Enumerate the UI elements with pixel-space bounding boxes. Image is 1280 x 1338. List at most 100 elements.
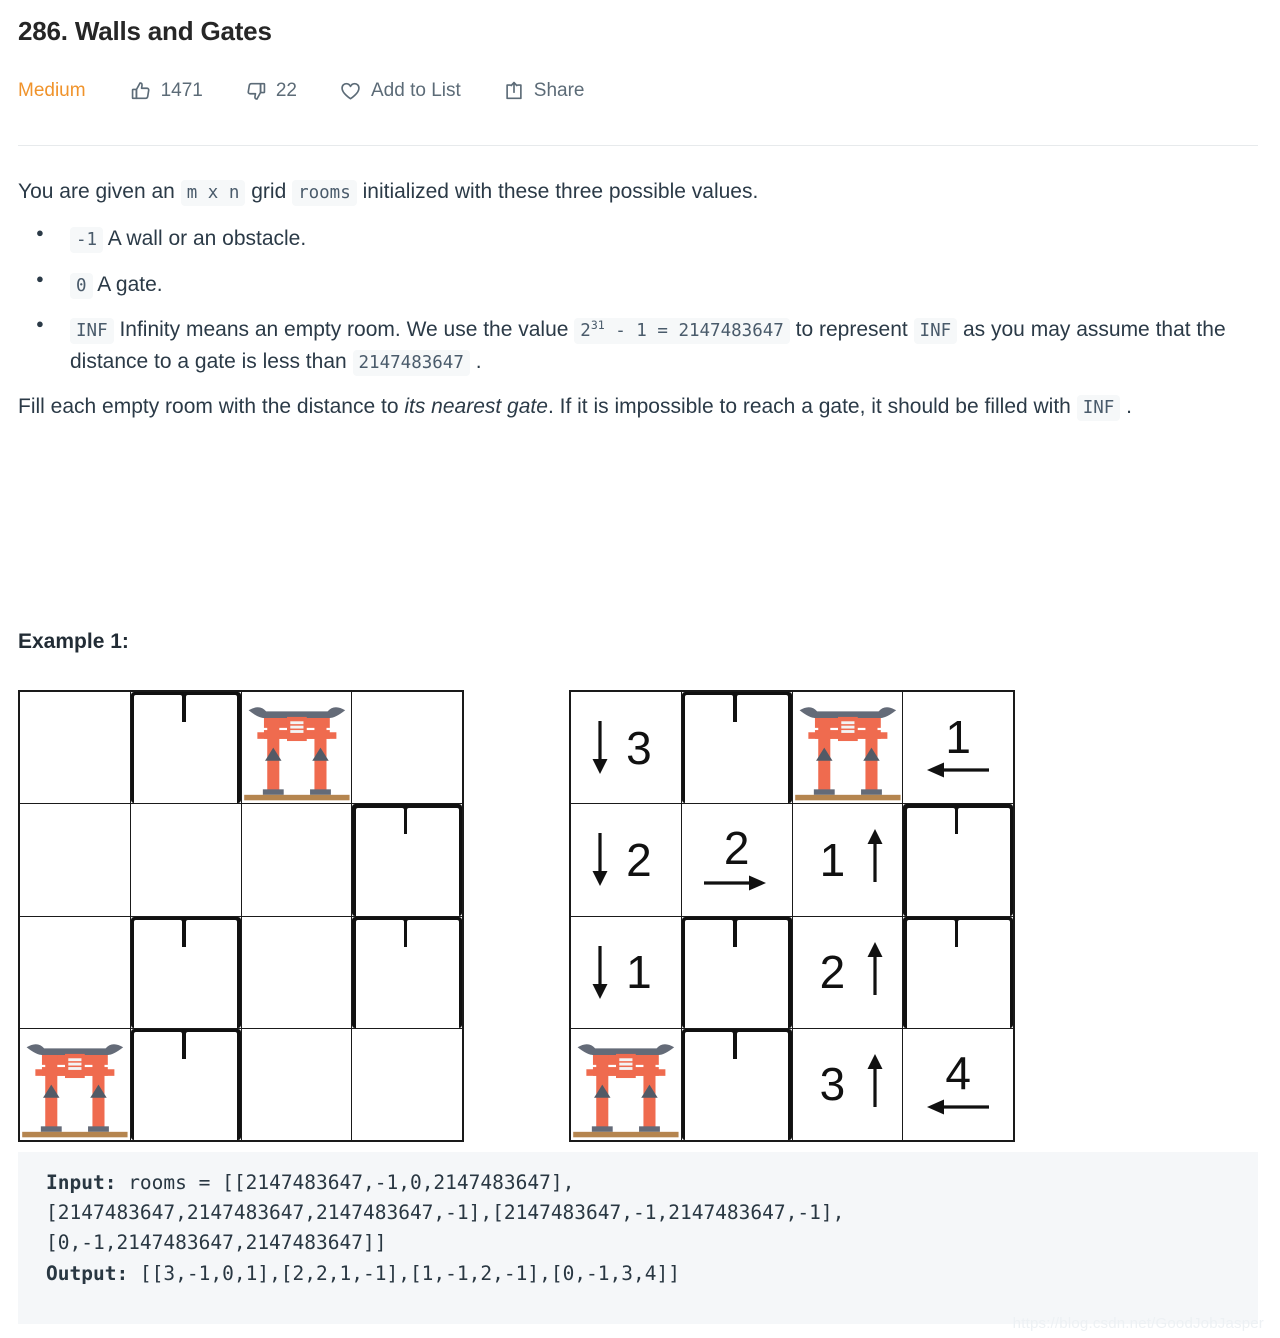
- code-chip-inf-3: INF: [1076, 395, 1121, 422]
- grid-cell-empty: [241, 1028, 352, 1140]
- wall-brick-icon: [352, 916, 462, 1028]
- dislike-count: 22: [275, 80, 297, 101]
- heart-icon: [339, 80, 362, 102]
- add-to-list-button[interactable]: Add to List: [339, 80, 461, 102]
- gate-torii-icon: [573, 1044, 679, 1138]
- distance-value: 1: [626, 946, 652, 999]
- output-label: Output:: [46, 1261, 129, 1285]
- para2-text-3: .: [1120, 395, 1132, 419]
- para2-italic: its nearest gate: [404, 395, 548, 419]
- distance-wrapper: 1: [903, 692, 1013, 803]
- grid-cell-distance: 1: [571, 916, 681, 1028]
- code-chip-inf-2: INF: [913, 318, 958, 345]
- wall-brick-icon: [903, 916, 1013, 1028]
- arrow-right-icon: [703, 875, 766, 890]
- code-chip-mxn: m x n: [180, 180, 246, 206]
- wall-brick-icon: [681, 692, 792, 804]
- grid-cell-empty: [352, 1028, 462, 1140]
- arrow-down-icon: [592, 721, 608, 774]
- distance-wrapper: 3: [793, 1029, 903, 1140]
- grid-cell-gate: [20, 1028, 130, 1140]
- example-heading: Example 1:: [18, 630, 129, 653]
- grid-cell-wall: [352, 916, 462, 1028]
- arrow-down-icon: [592, 833, 608, 887]
- wall-brick-icon: [681, 1028, 792, 1140]
- input-line-2: [2147483647,2147483647,2147483647,-1],[2…: [46, 1201, 845, 1225]
- share-label: Share: [533, 80, 585, 101]
- code-chip-zero: 0: [70, 272, 93, 299]
- input-grid: [18, 690, 464, 1142]
- fill-paragraph: Fill each empty room with the distance t…: [18, 391, 1262, 422]
- grid-cell-wall: [681, 916, 792, 1028]
- grid-cell-wall: [130, 916, 241, 1028]
- grid-cell-gate: [571, 1028, 681, 1140]
- code-chip-int-max: 2147483647: [352, 349, 470, 376]
- arrow-up-icon: [867, 829, 883, 883]
- distance-value: 2: [723, 821, 750, 874]
- list-item: INF Infinity means an empty room. We use…: [36, 314, 1262, 377]
- list-item: 0 A gate.: [36, 269, 1262, 301]
- intro-text-2: grid: [245, 180, 293, 203]
- wall-brick-icon: [903, 804, 1013, 916]
- list-item: -1 A wall or an obstacle.: [36, 223, 1262, 255]
- problem-description: You are given an m x n grid rooms initia…: [18, 176, 1262, 438]
- bullet-text: A wall or an obstacle.: [103, 227, 307, 251]
- grid-cell-gate: [241, 692, 352, 804]
- distance-value: 3: [626, 721, 652, 774]
- code-chip-int-max-expr: 231 - 1 = 2147483647: [574, 318, 790, 345]
- share-button[interactable]: Share: [503, 80, 585, 102]
- wall-brick-icon: [681, 916, 792, 1028]
- difficulty-badge: Medium: [18, 80, 86, 101]
- para2-text-1: Fill each empty room with the distance t…: [18, 395, 405, 419]
- arrow-left-icon: [927, 1099, 990, 1115]
- grid-cell-gate: [792, 692, 903, 804]
- problem-meta-row: Medium 1471 22 Add to List Share: [18, 80, 626, 102]
- bullet-text-1: Infinity means an empty room. We use the…: [113, 318, 575, 342]
- add-to-list-label: Add to List: [371, 80, 461, 101]
- grid-cell-empty: [20, 804, 130, 916]
- grid-cell-empty: [241, 804, 352, 916]
- problem-page: 286. Walls and Gates Medium 1471 22 Add …: [0, 0, 1280, 1338]
- pow-rest: - 1 = 2147483647: [604, 321, 784, 342]
- code-chip-inf: INF: [70, 318, 114, 345]
- page-title: 286. Walls and Gates: [18, 16, 272, 46]
- distance-wrapper: 3: [571, 692, 681, 803]
- dislike-button[interactable]: 22: [245, 80, 297, 102]
- output-grid: 3 1 2 2 1 1 2 3 4: [569, 690, 1015, 1142]
- gate-torii-icon: [794, 707, 901, 801]
- distance-value: 2: [819, 946, 846, 999]
- grid-cell-wall: [681, 692, 792, 804]
- grid-cell-wall: [903, 804, 1013, 916]
- distance-wrapper: 1: [793, 804, 903, 915]
- wall-brick-icon: [130, 692, 241, 804]
- grid-cell-distance: 1: [903, 692, 1013, 804]
- pow-base: 2: [580, 321, 591, 342]
- grid-cell-distance: 3: [792, 1028, 903, 1140]
- distance-wrapper: 4: [903, 1029, 1013, 1140]
- intro-paragraph: You are given an m x n grid rooms initia…: [18, 176, 1262, 207]
- output-value: [[3,-1,0,1],[2,2,1,-1],[1,-1,2,-1],[0,-1…: [128, 1261, 680, 1285]
- grid-cell-distance: 1: [792, 804, 903, 916]
- distance-value: 2: [626, 833, 652, 886]
- wall-brick-icon: [352, 804, 462, 916]
- distance-value: 1: [819, 833, 846, 886]
- input-line-1: rooms = [[2147483647,-1,0,2147483647],: [116, 1171, 575, 1194]
- gate-torii-icon: [22, 1044, 128, 1138]
- grid-cell-distance: 4: [903, 1028, 1013, 1140]
- distance-wrapper: 2: [682, 804, 792, 915]
- intro-text-1: You are given an: [18, 180, 181, 203]
- pow-exponent: 31: [590, 318, 605, 333]
- grid-cell-wall: [130, 1028, 241, 1140]
- grid-cell-empty: [241, 916, 352, 1028]
- distance-value: 4: [945, 1047, 971, 1100]
- arrow-left-icon: [927, 762, 990, 778]
- grid-cell-wall: [130, 692, 241, 804]
- grid-cell-wall: [903, 916, 1013, 1028]
- watermark: https://blog.csdn.net/GoodJobJasper: [1012, 1315, 1264, 1332]
- like-button[interactable]: 1471: [130, 80, 203, 102]
- input-label: Input:: [46, 1171, 117, 1194]
- bullet-text-4: .: [469, 349, 482, 373]
- grid-cell-distance: 3: [571, 692, 681, 804]
- grid-cell-distance: 2: [571, 804, 681, 916]
- thumbs-up-icon: [130, 80, 152, 102]
